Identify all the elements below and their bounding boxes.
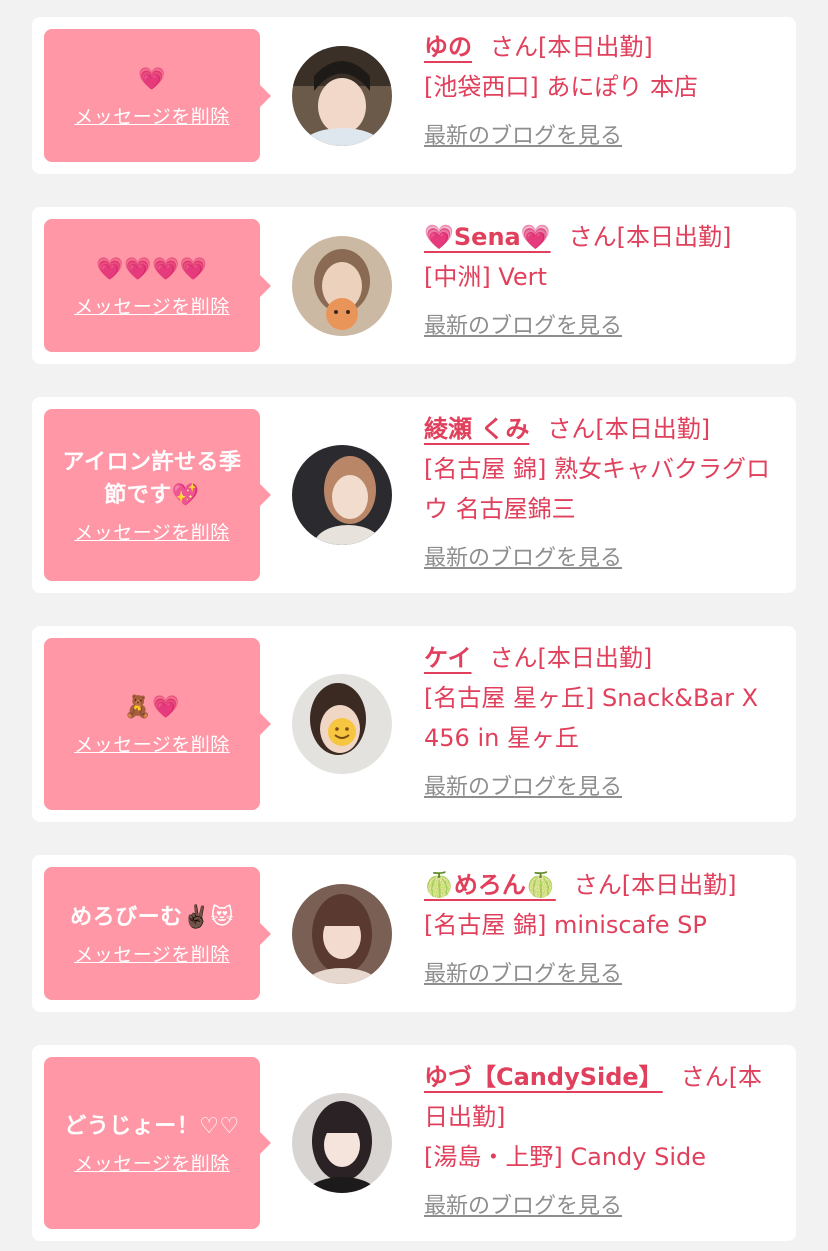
cast-name-link[interactable]: ゆの	[424, 33, 472, 61]
message-bubble: どうじょー！♡♡ メッセージを削除	[44, 1057, 271, 1229]
shop-name: [名古屋 錦] 熟女キャバクラグロウ 名古屋錦三	[424, 455, 770, 523]
cast-name-link[interactable]: ゆづ【CandySide】	[424, 1063, 663, 1091]
shop-name: [湯島・上野] Candy Side	[424, 1143, 706, 1171]
avatar[interactable]	[292, 884, 392, 984]
work-status: [本日出勤]	[616, 223, 732, 251]
cast-info: ケイ さん[本日出勤] [名古屋 星ヶ丘] Snack&Bar X 456 in …	[424, 638, 774, 808]
message-bubble: めろびーむ✌🏿😻 メッセージを削除	[44, 867, 271, 1000]
latest-blog-link[interactable]: 最新のブログを見る	[424, 768, 622, 808]
cast-name-link[interactable]: ケイ	[424, 644, 472, 672]
work-status: [本日出勤]	[621, 871, 737, 899]
shop-name: [名古屋 錦] miniscafe SP	[424, 911, 707, 939]
avatar[interactable]	[292, 236, 392, 336]
name-row: ゆの さん[本日出勤]	[424, 27, 774, 67]
list-item: 💗💗💗💗 メッセージを削除 💗Sena💗 さん[本日出勤] [中洲] Vert 最…	[32, 207, 796, 364]
list-item: 💗 メッセージを削除 ゆの さん[本日出勤] [池袋西口] あにぽり 本店 最新の…	[32, 17, 796, 174]
delete-message-button[interactable]: メッセージを削除	[74, 1149, 230, 1176]
list-item: 🧸💗 メッセージを削除 ケイ さん[本日出勤] [名古屋 星ヶ丘] Snack&B…	[32, 626, 796, 822]
name-row: ケイ さん[本日出勤]	[424, 638, 774, 678]
message-bubble: アイロン許せる季節です💖 メッセージを削除	[44, 409, 271, 581]
message-text: アイロン許せる季節です💖	[62, 449, 242, 508]
honorific: さん	[573, 871, 622, 899]
list-item: アイロン許せる季節です💖 メッセージを削除 綾瀬 くみ さん[本日出勤] [名古屋…	[32, 397, 796, 593]
message-bubble: 🧸💗 メッセージを削除	[44, 638, 271, 810]
latest-blog-link[interactable]: 最新のブログを見る	[424, 117, 622, 157]
delete-message-button[interactable]: メッセージを削除	[74, 730, 230, 757]
name-row: 綾瀬 くみ さん[本日出勤]	[424, 409, 774, 449]
cast-info: ゆづ【CandySide】 さん[本日出勤] [湯島・上野] Candy Side…	[424, 1057, 774, 1227]
name-row: 💗Sena💗 さん[本日出勤]	[424, 217, 774, 257]
name-row: 🍈めろん🍈 さん[本日出勤]	[424, 865, 774, 905]
work-status: [本日出勤]	[595, 415, 711, 443]
cast-info: 🍈めろん🍈 さん[本日出勤] [名古屋 錦] miniscafe SP 最新のブロ…	[424, 865, 774, 995]
avatar[interactable]	[292, 674, 392, 774]
message-text: めろびーむ✌🏿😻	[70, 904, 234, 930]
cast-info: ゆの さん[本日出勤] [池袋西口] あにぽり 本店 最新のブログを見る	[424, 27, 774, 157]
work-status: [本日出勤]	[538, 33, 653, 61]
list-item: どうじょー！♡♡ メッセージを削除 ゆづ【CandySide】 さん[本日出勤] …	[32, 1045, 796, 1241]
message-bubble: 💗💗💗💗 メッセージを削除	[44, 219, 271, 352]
shop-name: [中洲] Vert	[424, 263, 547, 291]
honorific: さん	[547, 415, 596, 443]
honorific: さん	[490, 33, 538, 61]
message-bubble: 💗 メッセージを削除	[44, 29, 271, 162]
cast-name-link[interactable]: 🍈めろん🍈	[424, 871, 556, 899]
latest-blog-link[interactable]: 最新のブログを見る	[424, 955, 622, 995]
avatar[interactable]	[292, 46, 392, 146]
message-text: 💗💗💗💗	[96, 256, 208, 282]
name-row: ゆづ【CandySide】 さん[本日出勤]	[424, 1057, 774, 1137]
delete-message-button[interactable]: メッセージを削除	[74, 292, 230, 319]
shop-name: [池袋西口] あにぽり 本店	[424, 73, 698, 101]
cast-info: 綾瀬 くみ さん[本日出勤] [名古屋 錦] 熟女キャバクラグロウ 名古屋錦三 最…	[424, 409, 774, 579]
shop-name: [名古屋 星ヶ丘] Snack&Bar X 456 in 星ヶ丘	[424, 684, 759, 752]
honorific: さん	[680, 1063, 729, 1091]
cast-name-link[interactable]: 💗Sena💗	[424, 223, 551, 251]
work-status: [本日出勤]	[537, 644, 653, 672]
avatar[interactable]	[292, 1093, 392, 1193]
message-text: 🧸💗	[124, 695, 180, 720]
favorites-list: 💗 メッセージを削除 ゆの さん[本日出勤] [池袋西口] あにぽり 本店 最新の…	[0, 0, 828, 1251]
delete-message-button[interactable]: メッセージを削除	[74, 518, 230, 545]
message-text: 💗	[138, 66, 166, 92]
latest-blog-link[interactable]: 最新のブログを見る	[424, 1187, 622, 1227]
avatar[interactable]	[292, 445, 392, 545]
latest-blog-link[interactable]: 最新のブログを見る	[424, 307, 622, 347]
message-text: どうじょー！♡♡	[64, 1114, 240, 1139]
cast-name-link[interactable]: 綾瀬 くみ	[424, 415, 529, 443]
delete-message-button[interactable]: メッセージを削除	[74, 102, 230, 129]
honorific: さん	[568, 223, 617, 251]
latest-blog-link[interactable]: 最新のブログを見る	[424, 539, 622, 579]
cast-info: 💗Sena💗 さん[本日出勤] [中洲] Vert 最新のブログを見る	[424, 217, 774, 347]
list-item: めろびーむ✌🏿😻 メッセージを削除 🍈めろん🍈 さん[本日出勤] [名古屋 錦] …	[32, 855, 796, 1012]
honorific: さん	[489, 644, 538, 672]
delete-message-button[interactable]: メッセージを削除	[74, 940, 230, 967]
